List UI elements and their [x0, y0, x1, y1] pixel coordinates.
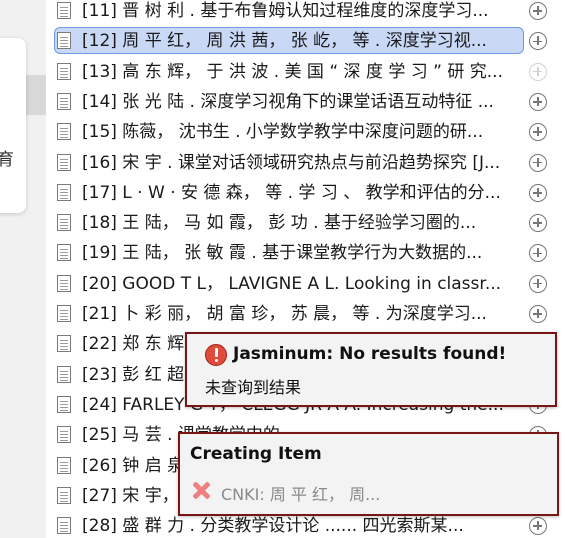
reference-text: [13] 高 东 辉， 于 洪 波 . 美 国 “ 深 度 学 习 ” 研 究.… [82, 61, 503, 82]
document-icon [57, 395, 71, 413]
add-reference-icon [529, 62, 547, 81]
document-icon [57, 153, 71, 171]
alert-popup: Jasminum: No results found! 未查询到结果 [185, 332, 557, 407]
side-pane-text: 育 [0, 150, 14, 170]
reference-row[interactable]: [21] 卜 彩 丽， 胡 富 珍， 苏 晨， 等 . 为深度学习... [46, 298, 565, 328]
reference-row[interactable]: [17] L · W · 安 德 森， 等 . 学 习 、 教学和评估的分... [46, 177, 565, 207]
alert-message: 未查询到结果 [205, 378, 302, 397]
document-icon [57, 123, 71, 141]
error-icon [205, 344, 227, 366]
add-reference-icon[interactable] [529, 305, 547, 323]
reference-text: [15] 陈薇， 沈书生 . 小学数学教学中深度问题的研... [82, 122, 484, 143]
document-icon [57, 456, 71, 474]
document-icon [57, 92, 71, 110]
add-reference-icon[interactable] [529, 244, 547, 263]
add-reference-icon[interactable] [529, 2, 547, 20]
reference-text: [14] 张 光 陆 . 深度学习视角下的课堂话语互动特征 ... [82, 91, 494, 112]
add-reference-icon[interactable] [529, 517, 547, 536]
reference-text: [17] L · W · 安 德 森， 等 . 学 习 、 教学和评估的分... [82, 182, 501, 203]
reference-row[interactable]: [12] 周 平 红， 周 洪 茜， 张 屹， 等 . 深度学习视... [46, 25, 565, 55]
reference-row[interactable]: [11] 晋 树 利 . 基于布鲁姆认知过程维度的深度学习... [46, 0, 565, 25]
failed-x-icon [191, 480, 211, 500]
reference-row[interactable]: [20] GOOD T L， LAVIGNE A L. Looking in c… [46, 268, 565, 298]
reference-text: [18] 王 陆， 马 如 霞， 彭 功 . 基于经验学习圈的... [82, 213, 477, 234]
document-icon [57, 183, 71, 201]
document-icon [57, 426, 71, 444]
document-icon [57, 244, 71, 262]
document-icon [57, 62, 71, 80]
add-reference-icon[interactable] [529, 214, 547, 233]
document-icon [57, 32, 71, 50]
document-icon [57, 214, 71, 232]
reference-text: [16] 宋 宇 . 课堂对话领域研究热点与前沿趋势探究 [J... [82, 152, 501, 173]
reference-text: [11] 晋 树 利 . 基于布鲁姆认知过程维度的深度学习... [82, 1, 489, 21]
reference-text: [28] 盛 群 力 . 分类教学设计论 ...... 四光索斯某... [82, 516, 464, 537]
document-icon [57, 305, 71, 322]
add-reference-icon[interactable] [529, 92, 547, 111]
reference-row[interactable]: [16] 宋 宇 . 课堂对话领域研究热点与前沿趋势探究 [J... [46, 147, 565, 177]
add-reference-icon[interactable] [529, 153, 547, 172]
reference-text: [19] 王 陆， 张 敏 霞 . 基于课堂教学行为大数据的... [82, 243, 483, 264]
document-icon [57, 2, 71, 19]
reference-text: [12] 周 平 红， 周 洪 茜， 张 屹， 等 . 深度学习视... [82, 31, 487, 52]
add-reference-icon[interactable] [529, 123, 547, 142]
reference-text: [20] GOOD T L， LAVIGNE A L. Looking in c… [82, 273, 502, 294]
reference-row[interactable]: [18] 王 陆， 马 如 霞， 彭 功 . 基于经验学习圈的... [46, 207, 565, 237]
reference-row[interactable]: [13] 高 东 辉， 于 洪 波 . 美 国 “ 深 度 学 习 ” 研 究.… [46, 56, 565, 86]
add-reference-icon[interactable] [529, 274, 547, 293]
document-icon [57, 486, 71, 504]
alert-title: Jasminum: No results found! [233, 344, 507, 364]
progress-item-text: CNKI: 周 平 红， 周... [221, 485, 381, 504]
document-icon [57, 335, 71, 353]
reference-row[interactable]: [19] 王 陆， 张 敏 霞 . 基于课堂教学行为大数据的... [46, 237, 565, 267]
document-icon [57, 517, 71, 535]
document-icon [57, 274, 71, 292]
add-reference-icon[interactable] [529, 183, 547, 202]
reference-row[interactable]: [14] 张 光 陆 . 深度学习视角下的课堂话语互动特征 ... [46, 86, 565, 116]
document-icon [57, 365, 71, 383]
side-pane-card [0, 38, 26, 213]
reference-row[interactable]: [15] 陈薇， 沈书生 . 小学数学教学中深度问题的研... [46, 116, 565, 146]
progress-popup: Creating Item CNKI: 周 平 红， 周... [178, 432, 559, 516]
progress-title: Creating Item [190, 444, 322, 464]
side-pane-tab[interactable] [25, 75, 46, 115]
reference-text: [21] 卜 彩 丽， 胡 富 珍， 苏 晨， 等 . 为深度学习... [82, 304, 487, 324]
add-reference-icon[interactable] [529, 32, 547, 51]
